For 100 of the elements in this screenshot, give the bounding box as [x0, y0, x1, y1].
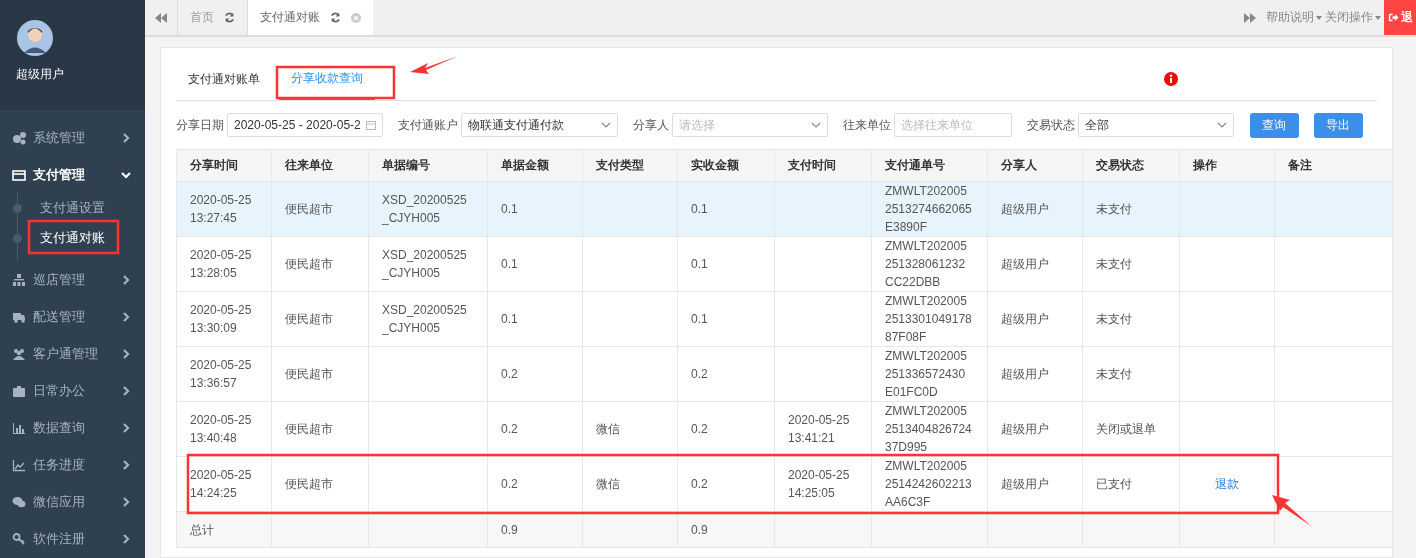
table-row[interactable]: 2020-05-25 13:30:09 便民超市 XSD_20200525 _CJYH005 0.1 0.1 ZMWLT202005 2513301049178 87F08F 超级用户 未支付: [176, 291, 1393, 347]
table-cell: 便民超市: [285, 202, 333, 216]
table-cell: 2020-05-25 13:40:48: [190, 413, 252, 445]
table-cell: ZMWLT202005 251328061232 CC22DBB: [885, 239, 967, 289]
table-cell: 超级用户: [1001, 202, 1049, 216]
double-left-icon[interactable]: [155, 12, 167, 23]
submenu-item[interactable]: 支付通对账: [34, 223, 111, 253]
total-cell: 0.9: [501, 522, 518, 537]
chat-icon: [12, 494, 26, 509]
table-cell: 超级用户: [1001, 312, 1049, 326]
filter-label: 分享日期: [176, 116, 224, 134]
table-cell: 0.1: [501, 202, 518, 216]
menu-item[interactable]: 任务进度: [0, 446, 145, 483]
column-header: 支付类型: [582, 149, 678, 182]
line-chart-icon: [12, 457, 26, 472]
table-cell: 便民超市: [285, 422, 333, 436]
total-cell: 0.9: [691, 522, 708, 537]
avatar-icon[interactable]: [17, 20, 53, 56]
column-header: 支付时间: [774, 149, 872, 182]
table-cell: 0.1: [691, 202, 708, 216]
select-field[interactable]: 物联通支付通付款: [461, 113, 618, 137]
table-row[interactable]: 2020-05-25 13:40:48 便民超市 0.2 微信 0.2 2020-05-25 13:41:21 ZMWLT202005 2513404826724 37D995 超级用户 关闭或退单: [176, 401, 1393, 457]
chevron-right-icon: [121, 311, 131, 322]
column-header: 备注: [1274, 149, 1393, 182]
dropdown-menu[interactable]: 帮助说明: [1266, 9, 1322, 26]
annotation-arrow: [410, 56, 458, 74]
table-cell: 0.1: [691, 312, 708, 326]
tab[interactable]: 分享收款查询: [279, 58, 375, 100]
key-icon: [12, 531, 26, 546]
chevron-down-icon: [600, 122, 611, 128]
table-cell: 超级用户: [1001, 477, 1049, 491]
logout-button[interactable]: 退: [1384, 0, 1416, 35]
menu-item[interactable]: 微信应用: [0, 483, 145, 520]
table-cell: ZMWLT202005 2513274662065 E3890F: [885, 184, 972, 234]
column-header: 单据编号: [368, 149, 488, 182]
table-cell: ZMWLT202005 2513301049178 87F08F: [885, 294, 972, 344]
menu-item[interactable]: 客户通管理: [0, 335, 145, 372]
column-header: 交易状态: [1082, 149, 1180, 182]
export-button[interactable]: 导出: [1313, 112, 1363, 138]
chevron-right-icon: [121, 348, 131, 359]
double-right-icon[interactable]: [1244, 12, 1256, 23]
table-cell: 0.1: [501, 312, 518, 326]
refresh-icon[interactable]: [330, 12, 341, 23]
chevron-down-icon: [1216, 122, 1227, 128]
table-cell: 0.1: [691, 257, 708, 271]
calendar-icon: [366, 120, 377, 130]
menu-item[interactable]: 配送管理: [0, 298, 145, 335]
menu-item[interactable]: 支付管理: [0, 156, 145, 193]
table-cell: 未支付: [1096, 367, 1132, 381]
refund-link[interactable]: 退款: [1215, 477, 1239, 491]
table-row[interactable]: 2020-05-25 13:28:05 便民超市 XSD_20200525 _CJYH005 0.1 0.1 ZMWLT202005 251328061232 CC22DBB 超级用户 未支付: [176, 236, 1393, 292]
menu-item[interactable]: 巡店管理: [0, 261, 145, 298]
caret-icon: [1316, 15, 1322, 20]
filter-label: 支付通账户: [398, 116, 459, 134]
total-cell: 总计: [190, 522, 214, 537]
menu-item[interactable]: 系统管理: [0, 119, 145, 156]
column-header: 分享人: [987, 149, 1083, 182]
table-row[interactable]: 2020-05-25 13:36:57 便民超市 0.2 0.2 ZMWLT202005 251336572430 E01FC0D 超级用户 未支付: [176, 346, 1393, 402]
table-cell: 未支付: [1096, 312, 1132, 326]
column-header: 往来单位: [271, 149, 369, 182]
table-cell: 0.2: [691, 477, 708, 491]
table-cell: 0.2: [501, 477, 518, 491]
refresh-icon[interactable]: [224, 12, 235, 23]
users-icon: [12, 346, 26, 361]
select-field[interactable]: 全部: [1077, 113, 1234, 137]
table-cell: 未支付: [1096, 202, 1132, 216]
search-button[interactable]: 查询: [1249, 112, 1299, 138]
table-cell: 2020-05-25 14:24:25: [190, 468, 252, 500]
table-cell: ZMWLT202005 2514242602213 AA6C3F: [885, 459, 972, 509]
table-cell: ZMWLT202005 2513404826724 37D995: [885, 404, 972, 454]
menu-item[interactable]: 软件注册: [0, 520, 145, 557]
dropdown-menu[interactable]: 关闭操作: [1325, 9, 1381, 26]
submenu-item[interactable]: 支付通设置: [34, 193, 111, 223]
chevron-down-icon: [811, 122, 822, 128]
table-cell: 关闭或退单: [1096, 422, 1156, 436]
info-icon[interactable]: [1164, 72, 1178, 86]
table-cell: 2020-05-25 13:30:09: [190, 303, 252, 335]
filter-label: 交易状态: [1026, 116, 1075, 134]
table-cell: 超级用户: [1001, 367, 1049, 381]
menu-item[interactable]: 数据查询: [0, 409, 145, 446]
bar-chart-icon: [12, 420, 26, 435]
briefcase-icon: [12, 383, 26, 398]
column-header: 分享时间: [176, 149, 272, 182]
user-name[interactable]: 超级用户: [16, 66, 64, 83]
chevron-right-icon: [121, 274, 131, 285]
table-row[interactable]: 2020-05-25 14:24:25 便民超市 0.2 微信 0.2 2020-05-25 14:25:05 ZMWLT202005 2514242602213 AA6C3F 超级用户 已支付 退款: [176, 456, 1393, 512]
table-cell: 2020-05-25 13:36:57: [190, 358, 252, 390]
table-cell: 0.2: [501, 422, 518, 436]
tab[interactable]: 支付通对账单: [176, 59, 272, 99]
chevron-right-icon: [121, 496, 131, 507]
menu-item[interactable]: 日常办公: [0, 372, 145, 409]
chevron-right-icon: [121, 132, 131, 143]
table-row[interactable]: 2020-05-25 13:27:45 便民超市 XSD_20200525 _CJYH005 0.1 0.1 ZMWLT202005 2513274662065 E3890F 超级用户 未支付: [176, 181, 1393, 237]
date-field[interactable]: 2020-05-25 - 2020-05-2: [227, 113, 384, 137]
page-tab[interactable]: 支付通对账: [247, 0, 373, 35]
table-cell: 便民超市: [285, 367, 333, 381]
column-header: 操作: [1179, 149, 1275, 182]
table-cell: 微信: [596, 422, 620, 436]
table-cell: 2020-05-25 13:27:45: [190, 193, 252, 225]
table-cell: 便民超市: [285, 257, 333, 271]
